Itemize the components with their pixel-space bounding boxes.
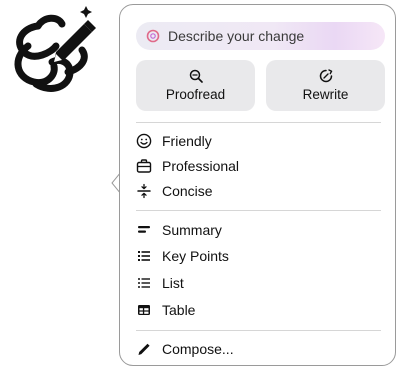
menu-item-label: Concise (162, 183, 213, 199)
menu-item-label: Summary (162, 222, 222, 238)
table-icon (138, 305, 150, 315)
divider (136, 210, 381, 211)
writing-tools-popover: Describe your change Proofread Rewrite F… (119, 4, 396, 366)
list-icon (138, 278, 150, 288)
menu-item-label: Table (162, 302, 196, 318)
rewrite-label: Rewrite (302, 87, 349, 102)
bullet-list-icon (138, 251, 150, 261)
menu-item-key-points[interactable]: Key Points (136, 244, 381, 268)
page: Describe your change Proofread Rewrite F… (0, 0, 399, 369)
describe-change-placeholder: Describe your change (168, 28, 305, 44)
menu-item-table[interactable]: Table (136, 298, 381, 322)
menu-item-summary[interactable]: Summary (136, 218, 381, 242)
smiley-icon (136, 133, 152, 149)
menu-item-label: Professional (162, 158, 240, 174)
divider (136, 122, 381, 123)
rewrite-circle-icon (319, 69, 332, 83)
menu-item-label: List (162, 275, 184, 291)
menu-item-label: Friendly (162, 133, 212, 149)
briefcase-icon (136, 159, 152, 173)
action-row: Proofread Rewrite (136, 60, 385, 111)
menu-item-concise[interactable]: Concise (136, 179, 381, 203)
magnifier-check-icon (189, 69, 203, 83)
summary-lines-icon (138, 226, 150, 233)
menu-item-friendly[interactable]: Friendly (136, 129, 381, 153)
menu-item-list[interactable]: List (136, 271, 381, 295)
sparkle-icon (146, 29, 160, 43)
menu-item-professional[interactable]: Professional (136, 154, 381, 178)
writing-tools-logo-icon (14, 6, 96, 92)
divider (136, 330, 381, 331)
divide-icon (137, 183, 151, 199)
menu-item-label: Key Points (162, 248, 229, 264)
menu-item-label: Compose... (162, 341, 234, 357)
rewrite-button[interactable]: Rewrite (266, 60, 385, 111)
pencil-icon (138, 343, 150, 355)
describe-change-input[interactable]: Describe your change (136, 22, 385, 50)
proofread-button[interactable]: Proofread (136, 60, 255, 111)
menu-item-compose[interactable]: Compose... (136, 337, 381, 361)
proofread-label: Proofread (165, 87, 226, 102)
